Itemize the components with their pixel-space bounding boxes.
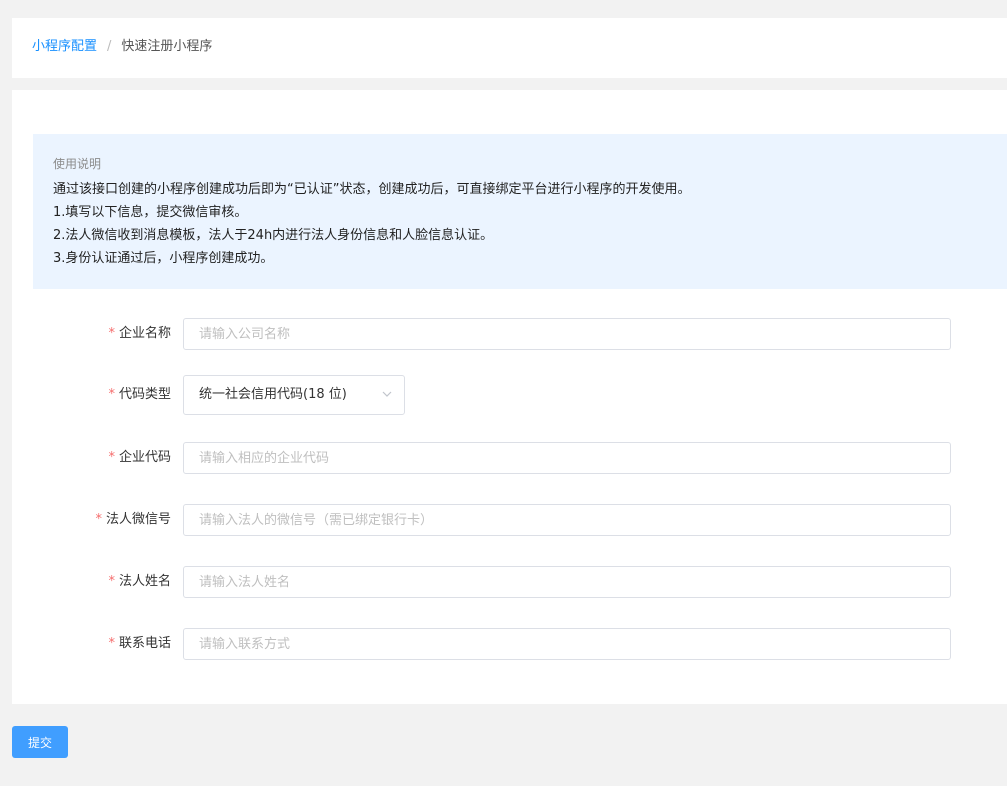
required-mark: * — [108, 636, 115, 651]
usage-notice: 使用说明 通过该接口创建的小程序创建成功后即为“已认证”状态，创建成功后，可直接… — [33, 134, 1007, 289]
code-type-select[interactable]: 统一社会信用代码(18 位) — [183, 375, 405, 415]
company-name-input[interactable] — [183, 318, 951, 350]
required-mark: * — [108, 326, 115, 341]
breadcrumb-item-current: 快速注册小程序 — [121, 39, 213, 54]
legal-name-label: * 法人姓名 — [108, 574, 171, 589]
company-code-label: * 企业代码 — [108, 450, 171, 465]
legal-name-input[interactable] — [183, 566, 951, 598]
form-card: 使用说明 通过该接口创建的小程序创建成功后即为“已认证”状态，创建成功后，可直接… — [12, 90, 1007, 704]
form-row-legal-name: * 法人姓名 — [12, 566, 1007, 600]
company-code-input[interactable] — [183, 442, 951, 474]
code-type-label: * 代码类型 — [108, 387, 171, 402]
notice-line: 3.身份认证通过后，小程序创建成功。 — [53, 251, 274, 266]
breadcrumb: 小程序配置 / 快速注册小程序 — [32, 38, 212, 56]
legal-wechat-input[interactable] — [183, 504, 951, 536]
required-mark: * — [108, 387, 115, 402]
form-row-company-name: * 企业名称 — [12, 318, 1007, 352]
required-mark: * — [108, 450, 115, 465]
company-name-label: * 企业名称 — [108, 326, 171, 341]
form-row-company-code: * 企业代码 — [12, 442, 1007, 476]
form-row-contact-phone: * 联系电话 — [12, 628, 1007, 662]
breadcrumb-item-miniapp-config[interactable]: 小程序配置 — [32, 39, 97, 54]
breadcrumb-card: 小程序配置 / 快速注册小程序 — [12, 18, 1007, 78]
legal-wechat-label: * 法人微信号 — [95, 512, 171, 527]
contact-phone-input[interactable] — [183, 628, 951, 660]
code-type-selected-value: 统一社会信用代码(18 位) — [199, 387, 347, 402]
notice-line: 1.填写以下信息，提交微信审核。 — [53, 205, 248, 220]
submit-button[interactable]: 提交 — [12, 726, 68, 758]
chevron-down-icon — [382, 391, 392, 397]
notice-line: 2.法人微信收到消息模板，法人于24h内进行法人身份信息和人脸信息认证。 — [53, 228, 494, 243]
notice-line: 通过该接口创建的小程序创建成功后即为“已认证”状态，创建成功后，可直接绑定平台进… — [53, 182, 691, 197]
notice-title: 使用说明 — [53, 157, 102, 171]
form-row-legal-wechat: * 法人微信号 — [12, 504, 1007, 538]
required-mark: * — [95, 512, 102, 527]
contact-phone-label: * 联系电话 — [108, 636, 171, 651]
form-row-code-type: * 代码类型 统一社会信用代码(18 位) — [12, 375, 1007, 415]
breadcrumb-separator: / — [107, 39, 112, 54]
required-mark: * — [108, 574, 115, 589]
